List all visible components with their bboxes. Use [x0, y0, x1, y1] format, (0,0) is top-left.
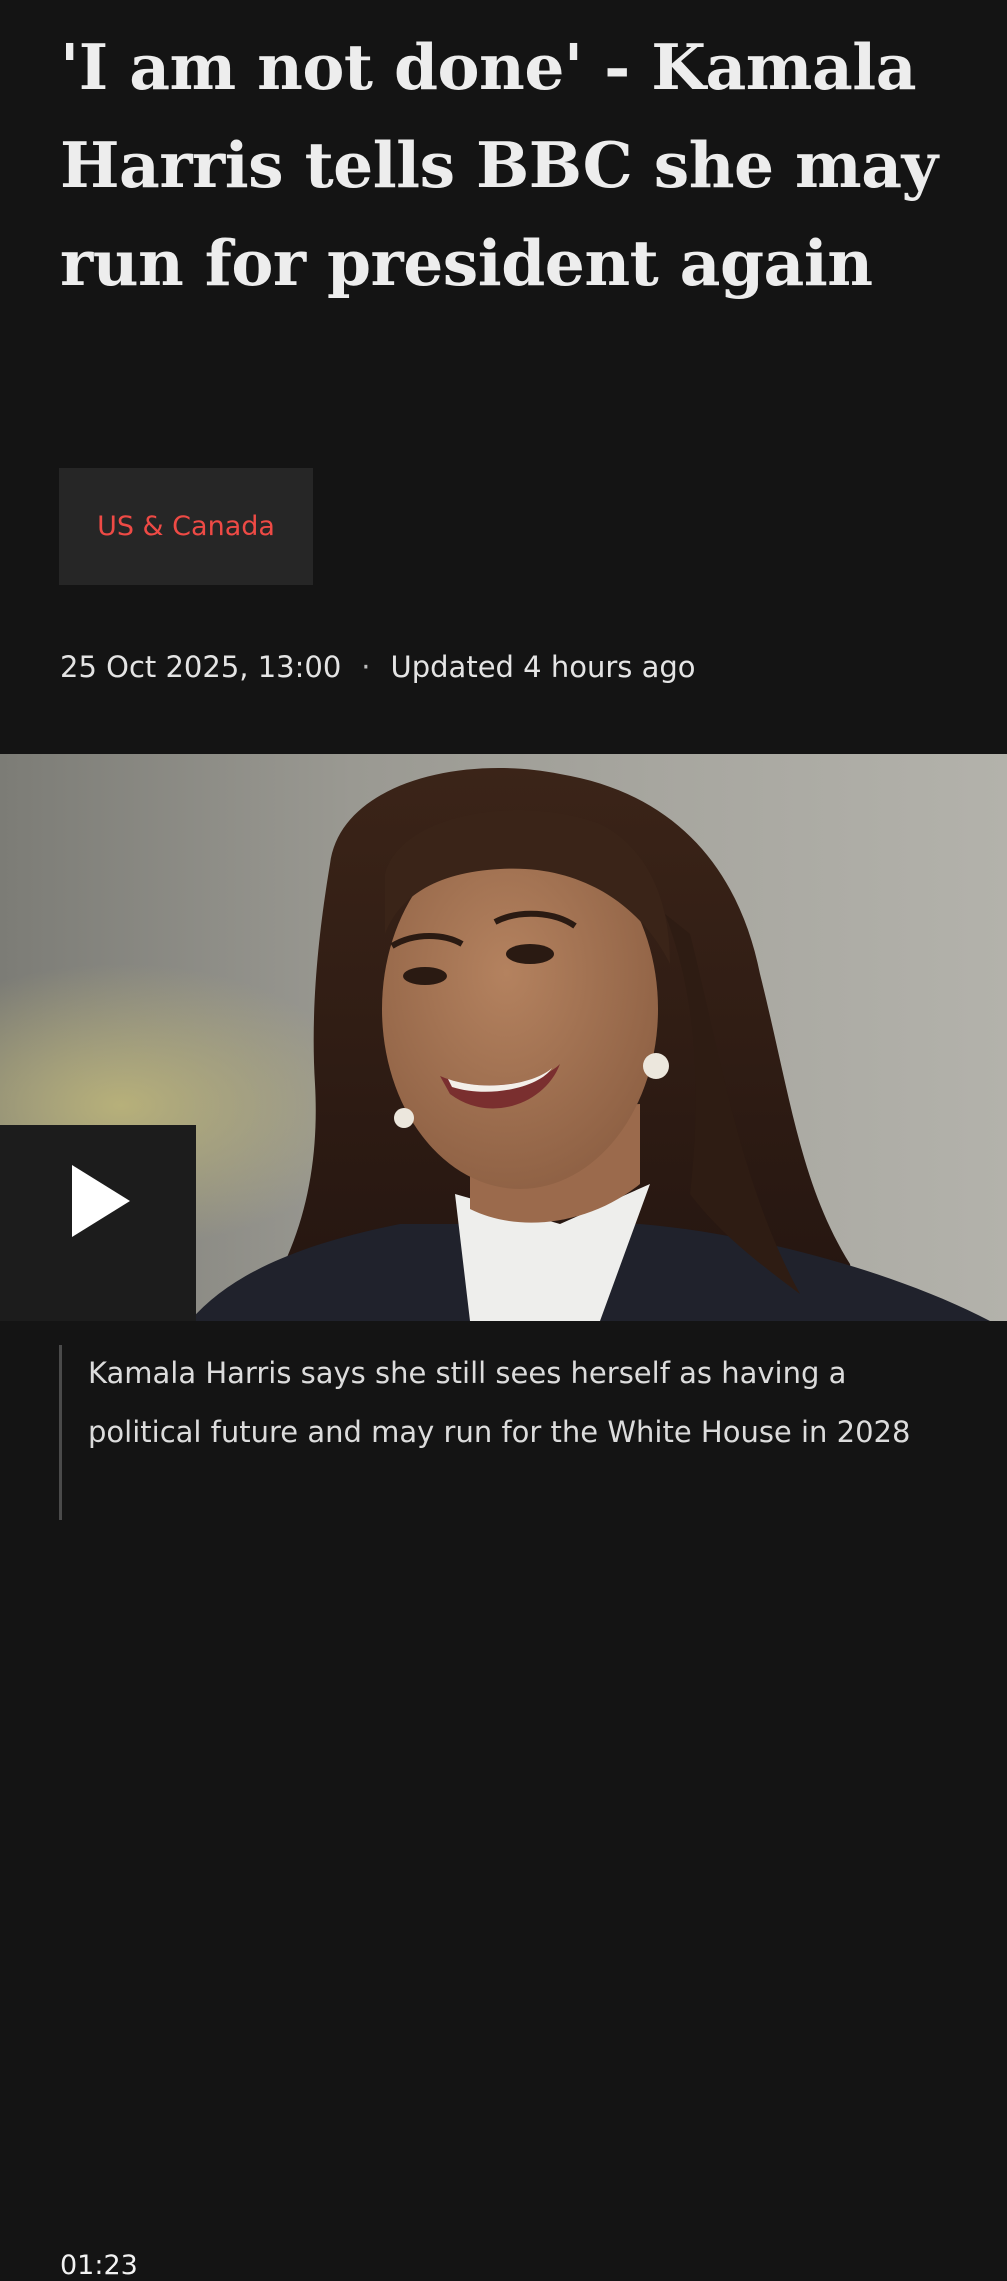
play-icon	[72, 1165, 130, 1237]
video-duration: 01:23	[60, 2250, 138, 2281]
article-headline: 'I am not done' - Kamala Harris tells BB…	[60, 30, 938, 300]
play-video-button[interactable]: 01:23	[0, 1125, 196, 2281]
updated-time: Updated 4 hours ago	[390, 650, 696, 684]
topic-tag-label: US & Canada	[97, 511, 275, 542]
meta-separator: ·	[361, 650, 371, 684]
video-caption: Kamala Harris says she still sees hersel…	[59, 1345, 959, 1520]
caption-text: Kamala Harris says she still sees hersel…	[88, 1356, 911, 1449]
article-meta: 25 Oct 2025, 13:00 · Updated 4 hours ago	[60, 650, 696, 684]
topic-tag-link[interactable]: US & Canada	[59, 468, 313, 585]
publish-date: 25 Oct 2025, 13:00	[60, 650, 342, 684]
